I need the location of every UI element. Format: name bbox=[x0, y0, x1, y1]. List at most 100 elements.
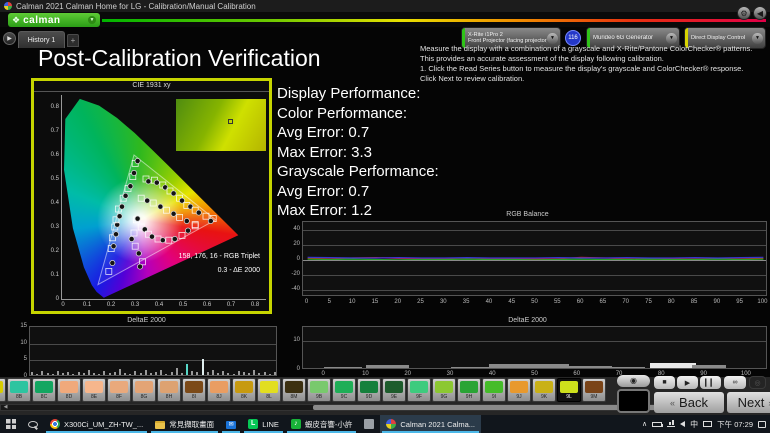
patch-swatch-9M[interactable]: 9M bbox=[582, 378, 606, 402]
patch-swatch-8M[interactable]: 8M bbox=[282, 378, 306, 402]
deltae-bar bbox=[650, 363, 697, 368]
pause-button[interactable]: ▎▎ bbox=[700, 376, 721, 389]
patch-swatch-8F[interactable]: 8F bbox=[107, 378, 131, 402]
line-icon: L bbox=[248, 419, 258, 429]
patch-swatch-9E[interactable]: 9E bbox=[382, 378, 406, 402]
continuous-read-button[interactable]: ∞ bbox=[724, 376, 746, 389]
taskbar-item-chrome[interactable]: X300Ci_UM_ZH-TW_... bbox=[44, 415, 149, 433]
taskbar-item-mail[interactable]: ✉ bbox=[220, 415, 242, 433]
cie-y-tick: 0.3 bbox=[47, 224, 59, 230]
taskbar-item-music[interactable]: ♪蝦皮音響-小許 bbox=[285, 415, 359, 433]
patch-swatch-9L[interactable]: 9L bbox=[557, 378, 581, 402]
deltae-bar bbox=[165, 374, 167, 375]
patch-swatch-8I[interactable]: 8I bbox=[182, 378, 206, 402]
settings-gear-button[interactable]: ⚙ bbox=[737, 6, 751, 20]
rgb-y-tick: -40 bbox=[286, 286, 300, 292]
patch-color-chip bbox=[35, 381, 53, 393]
cie-y-tick: 0.7 bbox=[47, 128, 59, 134]
patch-color-chip bbox=[510, 381, 528, 393]
patch-swatch-edge[interactable] bbox=[0, 378, 6, 402]
cie-y-tick: 0.2 bbox=[47, 248, 59, 254]
instruction-line: Measure the display with a combination o… bbox=[420, 44, 768, 54]
tray-expand-chevron-icon[interactable]: ∧ bbox=[642, 420, 647, 428]
patch-swatch-label: 8H bbox=[158, 393, 180, 401]
speaker-icon[interactable] bbox=[680, 421, 685, 427]
read-series-play-button[interactable]: ▶ bbox=[677, 376, 698, 389]
system-tray: ∧ 中 下午 07:29 bbox=[642, 415, 770, 433]
cie-x-tick: 0.5 bbox=[177, 302, 189, 308]
clock[interactable]: 下午 07:29 bbox=[717, 419, 753, 430]
deltae-bar bbox=[176, 368, 178, 375]
mail-icon: ✉ bbox=[226, 421, 236, 429]
patch-swatch-label: 8C bbox=[33, 393, 55, 401]
deltae-bar bbox=[212, 370, 214, 375]
patch-swatch-9K[interactable]: 9K bbox=[532, 378, 556, 402]
measured-point bbox=[128, 184, 133, 189]
patch-swatch-9B[interactable]: 9B bbox=[307, 378, 331, 402]
patch-swatch-9F[interactable]: 9F bbox=[407, 378, 431, 402]
history-prev-button[interactable]: ▶ bbox=[3, 32, 16, 45]
patch-swatch-8H[interactable]: 8H bbox=[157, 378, 181, 402]
deltae-bar bbox=[78, 372, 80, 375]
patch-swatch-9D[interactable]: 9D bbox=[357, 378, 381, 402]
measured-point bbox=[146, 179, 151, 184]
patch-swatch-label: 8I bbox=[183, 393, 205, 401]
cie-y-tick: 0.5 bbox=[47, 176, 59, 182]
battery-icon[interactable] bbox=[652, 422, 662, 427]
stop-button[interactable]: ■ bbox=[654, 376, 675, 389]
deltae-bar bbox=[150, 373, 152, 375]
taskbar-item-label: 蝦皮音響-小許 bbox=[305, 419, 353, 430]
taskbar-item-start[interactable] bbox=[0, 415, 22, 433]
rgb-x-tick: 60 bbox=[577, 299, 584, 305]
network-icon[interactable] bbox=[667, 421, 675, 427]
deltae-bar bbox=[324, 367, 362, 368]
logo-dropdown-chevron-icon[interactable]: ▼ bbox=[88, 16, 96, 24]
taskbar-item-widget[interactable] bbox=[358, 415, 380, 433]
taskbar-item-line[interactable]: LLINE bbox=[242, 415, 285, 433]
deltae-y-tick: 15 bbox=[13, 323, 27, 329]
calman-logo-menu[interactable]: ❖ calman ▼ bbox=[8, 13, 100, 27]
rgb-x-tick: 5 bbox=[328, 299, 331, 305]
measure-controls: ◉ ■ ▶ ▎▎ ∞ ◎ « Back Next » bbox=[615, 374, 770, 414]
back-button[interactable]: « Back bbox=[654, 392, 724, 413]
patch-swatch-9H[interactable]: 9H bbox=[457, 378, 481, 402]
patch-color-chip bbox=[185, 381, 203, 393]
patch-swatch-8J[interactable]: 8J bbox=[207, 378, 231, 402]
patch-swatch-8G[interactable]: 8G bbox=[132, 378, 156, 402]
deltae-bar bbox=[47, 373, 49, 375]
performance-line: Grayscale Performance: bbox=[277, 162, 439, 182]
taskbar-item-folder[interactable]: 常見擷取畫面 bbox=[149, 415, 220, 433]
deltae-bar bbox=[186, 364, 188, 375]
taskbar-item-calman[interactable]: Calman 2021 Calma... bbox=[380, 415, 481, 433]
appbar: ❖ calman ▼ bbox=[0, 12, 770, 27]
folder-icon bbox=[155, 421, 165, 429]
ime-indicator[interactable]: 中 bbox=[690, 419, 698, 430]
patch-color-chip bbox=[135, 381, 153, 393]
patch-swatch-9C[interactable]: 9C bbox=[332, 378, 356, 402]
patch-swatch-8B[interactable]: 8B bbox=[7, 378, 31, 402]
patch-swatch-9G[interactable]: 9G bbox=[432, 378, 456, 402]
patch-swatch-9J[interactable]: 9J bbox=[507, 378, 531, 402]
patch-swatch-8C[interactable]: 8C bbox=[32, 378, 56, 402]
scroll-left-arrow[interactable]: ◀ bbox=[1, 405, 10, 410]
touch-keyboard-icon[interactable] bbox=[703, 421, 712, 427]
swatch-scrollbar[interactable]: ◀ ▶ bbox=[0, 404, 682, 411]
deltae-bar bbox=[202, 359, 204, 375]
patch-swatch-9I[interactable]: 9I bbox=[482, 378, 506, 402]
cie-x-tick: 0.2 bbox=[105, 302, 117, 308]
taskbar-item-search[interactable] bbox=[22, 415, 44, 433]
patch-swatch-8D[interactable]: 8D bbox=[57, 378, 81, 402]
next-button[interactable]: Next » bbox=[727, 392, 770, 413]
cie-deltae-label: 0.3 - ΔE 2000 bbox=[218, 267, 260, 274]
deltae-bar bbox=[258, 373, 260, 375]
deltae-colorchecker-chart: DeltaE 2000 1000102030405060708090100 bbox=[286, 317, 769, 376]
patch-swatch-8K[interactable]: 8K bbox=[232, 378, 256, 402]
current-patch-preview bbox=[617, 389, 650, 413]
calman-diamond-icon: ❖ bbox=[12, 16, 20, 25]
performance-line: Max Error: 3.3 bbox=[277, 143, 439, 163]
notification-center-icon[interactable] bbox=[758, 421, 766, 428]
patch-swatch-8E[interactable]: 8E bbox=[82, 378, 106, 402]
collapse-panel-button[interactable]: ◀ bbox=[753, 6, 767, 20]
patch-swatch-8L[interactable]: 8L bbox=[257, 378, 281, 402]
eye-preview-button[interactable]: ◉ bbox=[617, 375, 650, 387]
